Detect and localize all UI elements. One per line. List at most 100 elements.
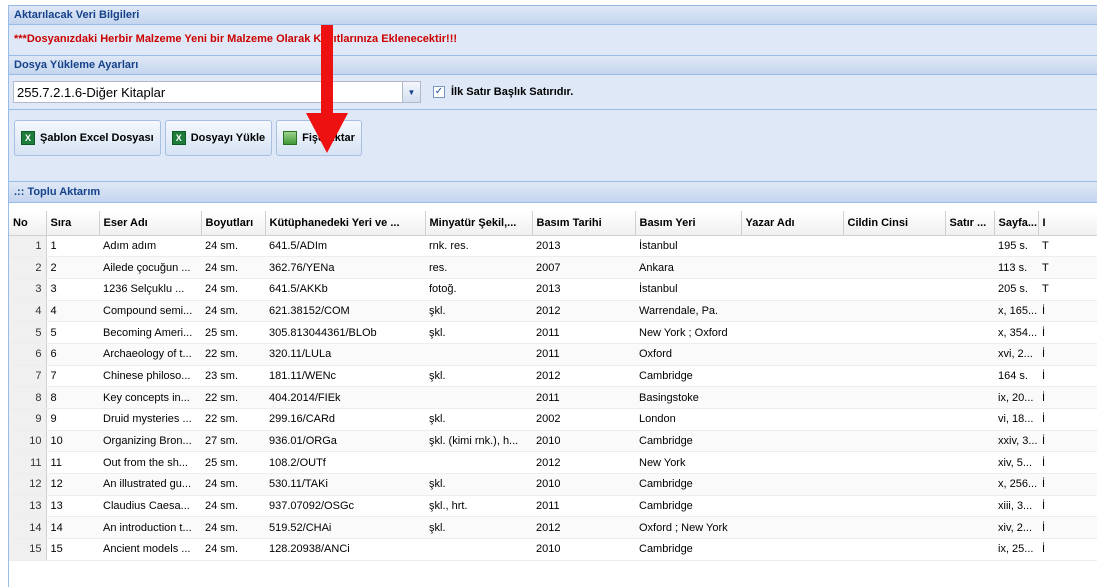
table-cell[interactable] <box>843 321 945 344</box>
table-cell[interactable]: Warrendale, Pa. <box>635 300 741 323</box>
table-cell[interactable] <box>741 386 843 409</box>
table-cell[interactable] <box>741 473 843 496</box>
table-cell[interactable]: İ <box>1038 451 1097 475</box>
table-cell[interactable]: İ <box>1038 321 1097 344</box>
column-header[interactable]: Satır ... <box>945 211 995 236</box>
table-cell[interactable]: 25 sm. <box>201 321 265 344</box>
table-cell[interactable]: 2007 <box>532 256 635 279</box>
table-cell[interactable]: Archaeology of t... <box>99 343 201 366</box>
table-cell[interactable]: şkl. <box>425 408 532 431</box>
export-to-slip-button[interactable]: Fişe Aktar <box>276 119 362 156</box>
table-cell[interactable] <box>425 451 532 475</box>
column-header[interactable]: Yazar Adı <box>741 211 844 236</box>
table-cell[interactable]: vi, 18... <box>994 408 1038 431</box>
column-header[interactable]: No <box>9 211 47 236</box>
table-cell[interactable]: 2012 <box>532 300 635 323</box>
table-cell[interactable]: 113 s. <box>994 256 1038 279</box>
table-cell[interactable] <box>945 278 994 301</box>
column-header[interactable]: Eser Adı <box>99 211 202 236</box>
table-cell[interactable]: res. <box>425 256 532 279</box>
table-cell[interactable]: 195 s. <box>994 235 1038 258</box>
row-number[interactable]: 9 <box>9 408 47 431</box>
table-cell[interactable]: şkl., hrt. <box>425 495 532 518</box>
row-number[interactable]: 15 <box>9 538 47 561</box>
table-cell[interactable] <box>741 256 843 279</box>
table-cell[interactable]: 2012 <box>532 516 635 540</box>
table-cell[interactable]: İ <box>1038 408 1097 431</box>
table-cell[interactable]: 128.20938/ANCi <box>265 538 425 561</box>
table-cell[interactable]: 2013 <box>532 278 635 301</box>
table-row[interactable]: 5 5 Becoming Ameri... 25 sm. 305.813044361/B… <box>9 321 1097 344</box>
table-cell[interactable]: 10 <box>46 430 99 453</box>
table-cell[interactable]: 24 sm. <box>201 495 265 518</box>
table-cell[interactable]: 519.52/CHAi <box>265 516 425 540</box>
table-cell[interactable]: T <box>1038 278 1097 301</box>
table-cell[interactable]: New York ; Oxford <box>635 321 741 344</box>
table-cell[interactable] <box>843 256 945 279</box>
table-cell[interactable] <box>945 495 994 518</box>
table-cell[interactable] <box>843 538 945 561</box>
table-row[interactable]: 12 12 An illustrated gu... 24 sm. 530.11/TAK… <box>9 473 1097 496</box>
table-cell[interactable]: şkl. <box>425 300 532 323</box>
table-cell[interactable]: İ <box>1038 495 1097 518</box>
table-cell[interactable] <box>945 430 994 453</box>
table-cell[interactable]: 320.11/LULa <box>265 343 425 366</box>
table-cell[interactable] <box>843 516 945 540</box>
column-header[interactable]: Minyatür Şekil,... <box>425 211 533 236</box>
table-row[interactable]: 10 10 Organizing Bron... 27 sm. 936.01/ORGa ş… <box>9 430 1097 453</box>
table-cell[interactable] <box>843 451 945 475</box>
table-cell[interactable]: 24 sm. <box>201 300 265 323</box>
table-cell[interactable]: 2 <box>46 256 99 279</box>
table-cell[interactable]: 22 sm. <box>201 386 265 409</box>
table-cell[interactable]: T <box>1038 235 1097 258</box>
table-cell[interactable] <box>741 408 843 431</box>
table-row[interactable]: 13 13 Claudius Caesa... 24 sm. 937.07092/OSG… <box>9 495 1097 518</box>
table-cell[interactable]: 2011 <box>532 321 635 344</box>
table-cell[interactable]: İ <box>1038 300 1097 323</box>
table-cell[interactable] <box>425 386 532 409</box>
row-number[interactable]: 4 <box>9 300 47 323</box>
row-number[interactable]: 13 <box>9 495 47 518</box>
table-cell[interactable] <box>843 365 945 388</box>
table-cell[interactable]: An introduction t... <box>99 516 201 540</box>
table-cell[interactable]: New York <box>635 451 741 475</box>
table-cell[interactable]: 641.5/AKKb <box>265 278 425 301</box>
table-cell[interactable]: 164 s. <box>994 365 1038 388</box>
table-cell[interactable]: İ <box>1038 473 1097 496</box>
table-cell[interactable]: 27 sm. <box>201 430 265 453</box>
table-cell[interactable]: 2011 <box>532 343 635 366</box>
table-cell[interactable] <box>945 365 994 388</box>
table-cell[interactable]: ix, 25... <box>994 538 1038 561</box>
column-header[interactable]: Kütüphanedeki Yeri ve ... <box>265 211 426 236</box>
table-cell[interactable]: x, 256... <box>994 473 1038 496</box>
table-cell[interactable]: rnk. res. <box>425 235 532 258</box>
table-cell[interactable]: şkl. (kimi rnk.), h... <box>425 430 532 453</box>
table-cell[interactable]: 7 <box>46 365 99 388</box>
row-number[interactable]: 6 <box>9 343 47 366</box>
table-cell[interactable]: 2010 <box>532 430 635 453</box>
table-row[interactable]: 1 1 Adım adım 24 sm. 641.5/ADIm rnk. res. 2013… <box>9 235 1097 258</box>
table-row[interactable]: 3 3 1236 Selçuklu ... 24 sm. 641.5/AKKb fotoğ… <box>9 278 1097 301</box>
table-cell[interactable]: 621.38152/COM <box>265 300 425 323</box>
table-cell[interactable]: İ <box>1038 538 1097 561</box>
table-cell[interactable]: Out from the sh... <box>99 451 201 475</box>
table-cell[interactable]: xvi, 2... <box>994 343 1038 366</box>
table-cell[interactable]: Ancient models ... <box>99 538 201 561</box>
table-row[interactable]: 14 14 An introduction t... 24 sm. 519.52/CHA… <box>9 516 1097 540</box>
table-cell[interactable]: 24 sm. <box>201 473 265 496</box>
table-cell[interactable] <box>741 343 843 366</box>
column-header[interactable]: Boyutları <box>201 211 266 236</box>
table-cell[interactable]: ix, 20... <box>994 386 1038 409</box>
row-number[interactable]: 8 <box>9 386 47 409</box>
table-cell[interactable]: Cambridge <box>635 473 741 496</box>
table-row[interactable]: 2 2 Ailede çocuğun ... 24 sm. 362.76/YENa res… <box>9 256 1097 279</box>
table-cell[interactable] <box>843 430 945 453</box>
table-cell[interactable]: 12 <box>46 473 99 496</box>
table-cell[interactable]: 22 sm. <box>201 408 265 431</box>
table-row[interactable]: 15 15 Ancient models ... 24 sm. 128.20938/AN… <box>9 538 1097 561</box>
table-cell[interactable]: 24 sm. <box>201 256 265 279</box>
table-cell[interactable]: 11 <box>46 451 99 475</box>
row-number[interactable]: 3 <box>9 278 47 301</box>
table-cell[interactable]: Basingstoke <box>635 386 741 409</box>
table-cell[interactable]: 2012 <box>532 365 635 388</box>
